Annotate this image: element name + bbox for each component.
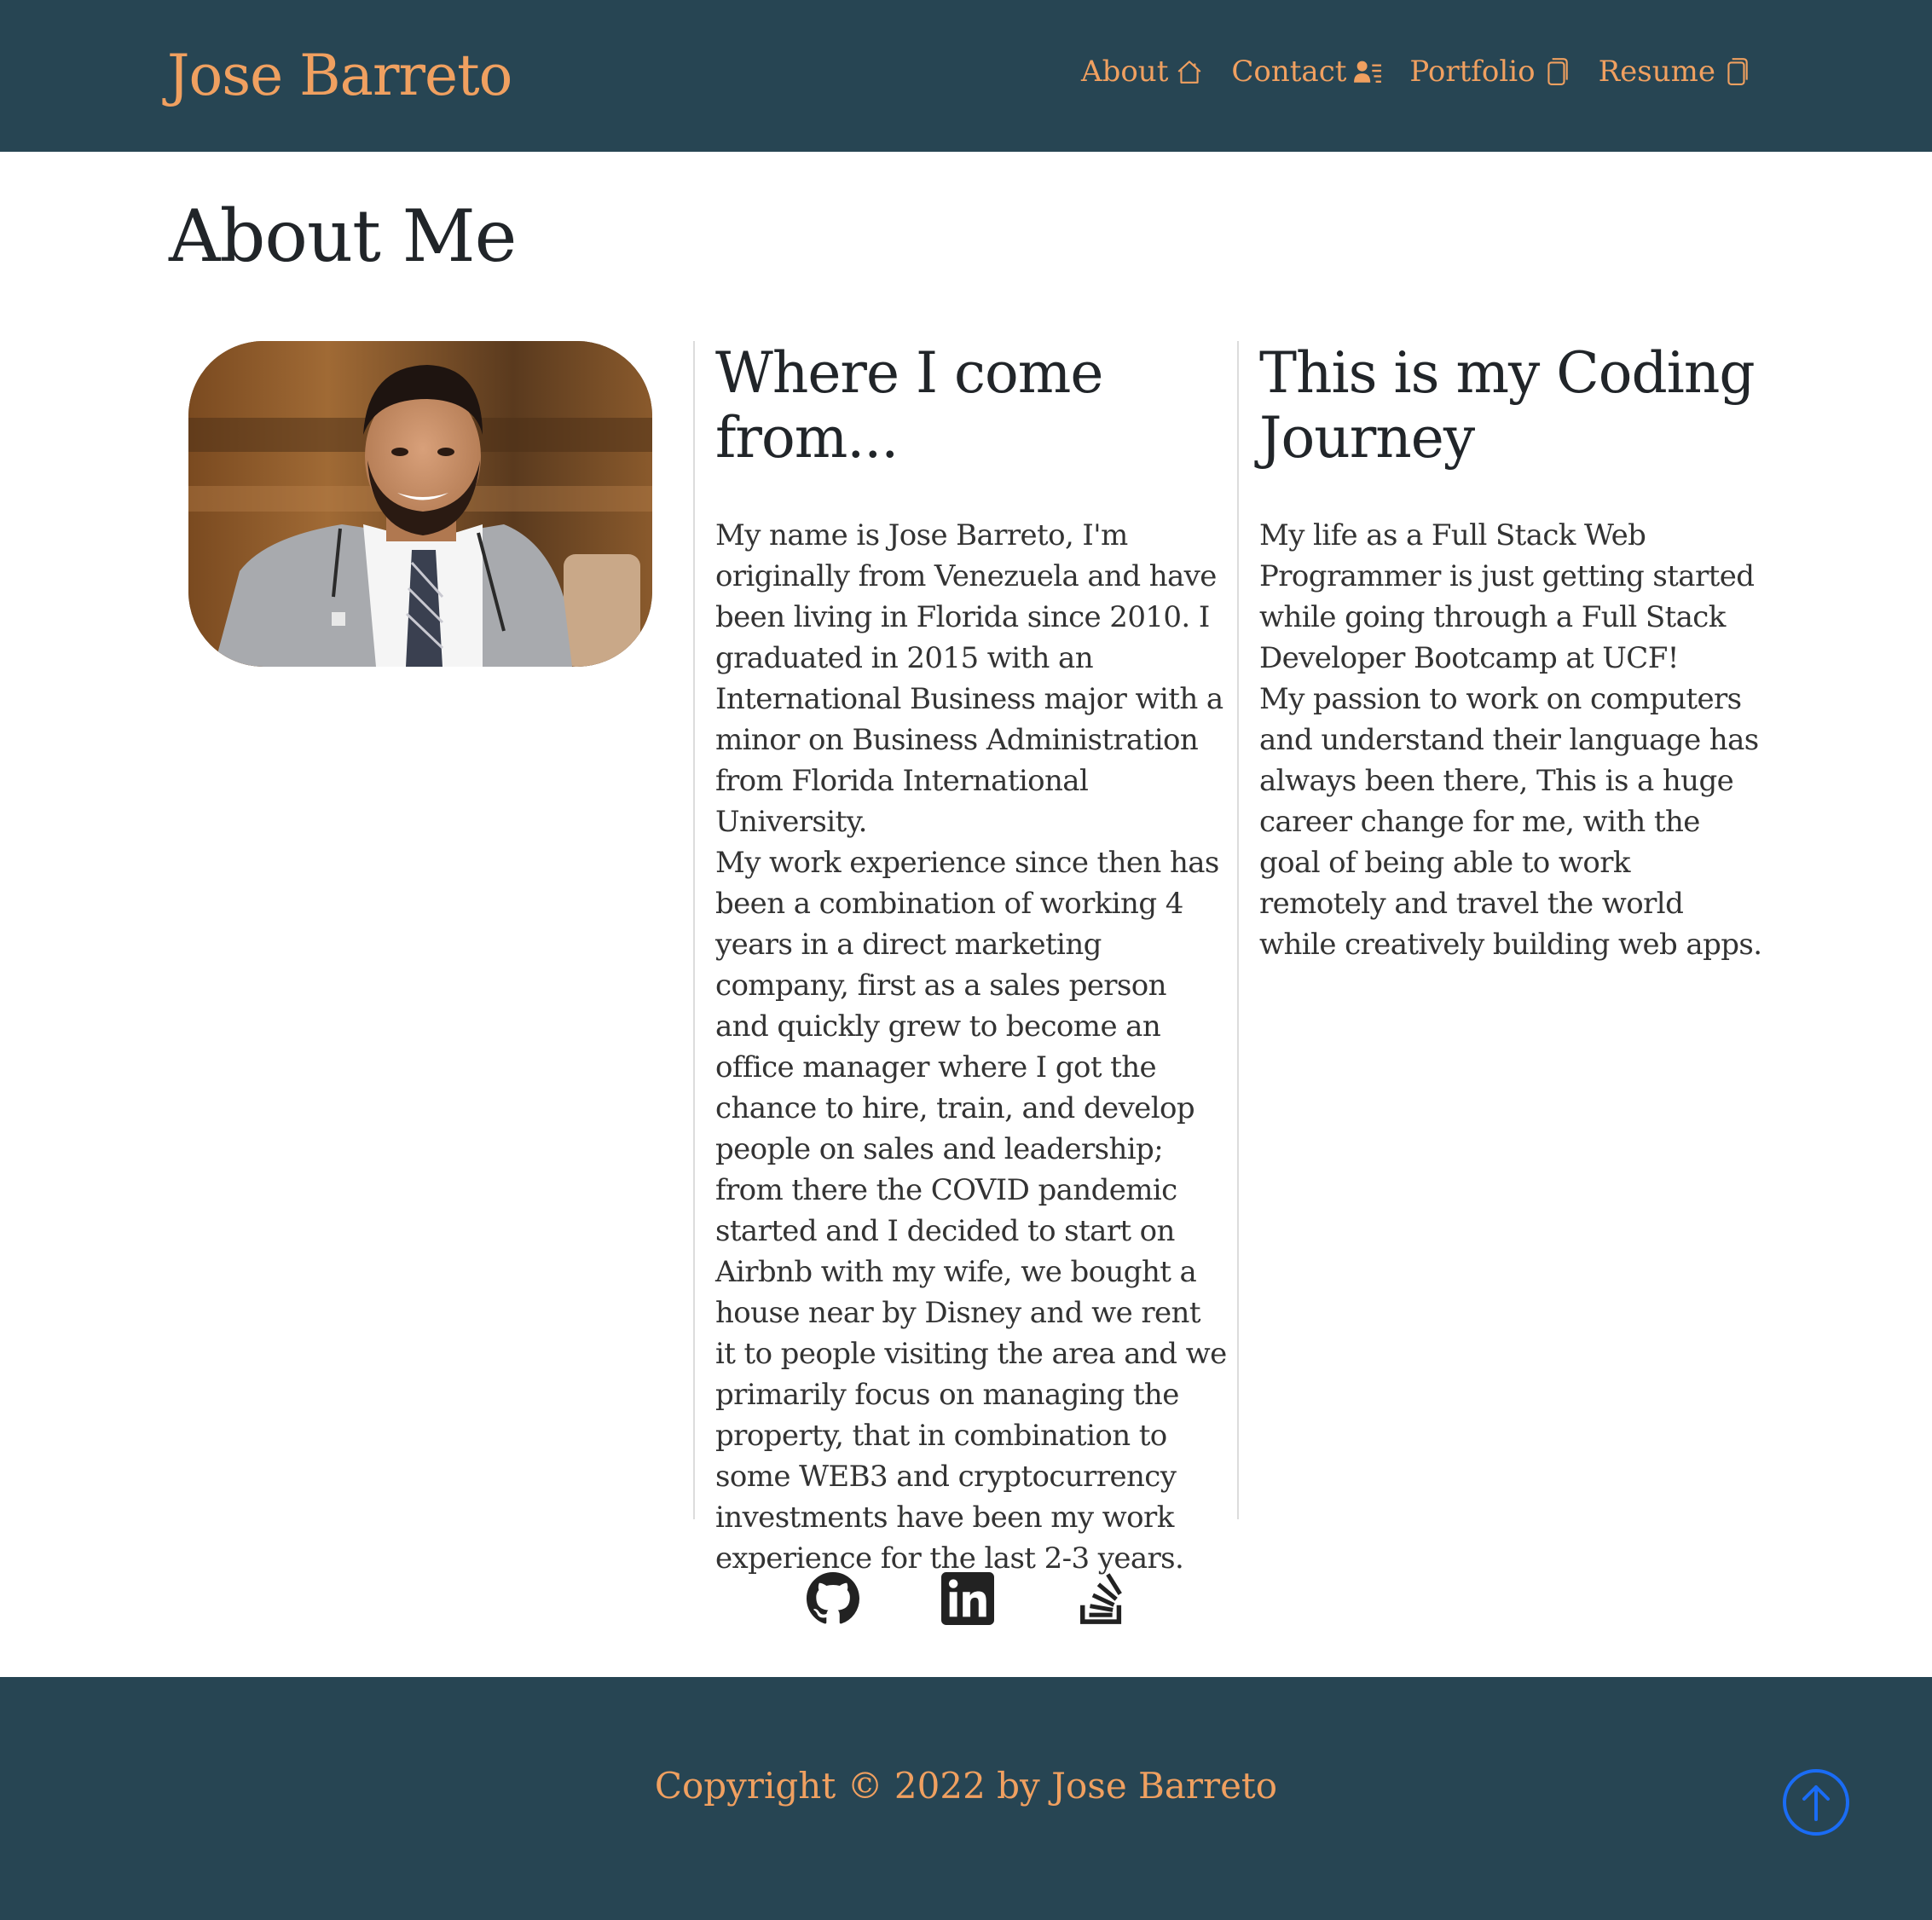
person-lines-icon: [1353, 57, 1382, 86]
nav-contact[interactable]: Contact: [1231, 55, 1382, 89]
arrow-up-circle-icon: [1783, 1769, 1849, 1836]
brand-link[interactable]: Jose Barreto: [167, 43, 512, 108]
section-paragraph: My life as a Full Stack Web Programmer i…: [1259, 518, 1755, 675]
nav-resume[interactable]: Resume: [1599, 55, 1751, 89]
linkedin-icon: [941, 1572, 994, 1625]
heading-line: Where I come: [715, 340, 1103, 406]
heading-line: This is my Coding: [1259, 340, 1756, 406]
nav-portfolio[interactable]: Portfolio: [1409, 55, 1570, 89]
github-icon: [807, 1572, 859, 1624]
back-to-top-button[interactable]: [1782, 1768, 1850, 1836]
nav-portfolio-label: Portfolio: [1409, 55, 1536, 89]
files-icon: [1542, 57, 1571, 86]
section-heading: This is my Coding Journey: [1259, 341, 1762, 471]
stackoverflow-icon: [1080, 1573, 1122, 1624]
site-footer: Copyright © 2022 by Jose Barreto: [0, 1677, 1932, 1920]
github-link[interactable]: [807, 1572, 859, 1625]
nav-about-label: About: [1081, 55, 1169, 89]
site-header: Jose Barreto About Contact Portfolio Res…: [0, 0, 1932, 152]
page-title: About Me: [169, 194, 517, 278]
main-nav: About Contact Portfolio Resume: [1081, 55, 1751, 89]
social-links: [807, 1572, 1129, 1625]
house-icon: [1175, 57, 1204, 86]
heading-line: Journey: [1259, 405, 1475, 471]
section-heading: Where I come from...: [715, 341, 1227, 471]
nav-contact-label: Contact: [1231, 55, 1347, 89]
coding-journey-section: This is my Coding Journey My life as a F…: [1259, 341, 1762, 965]
column-divider: [693, 341, 695, 1519]
copyright-text: Copyright © 2022 by Jose Barreto: [654, 1765, 1278, 1807]
section-paragraph: My name is Jose Barreto, I'm originally …: [715, 518, 1223, 839]
profile-photo: [188, 341, 652, 667]
heading-line: from...: [715, 405, 899, 471]
files-icon: [1722, 57, 1751, 86]
linkedin-link[interactable]: [941, 1572, 994, 1625]
section-paragraph: My work experience since then has been a…: [715, 846, 1227, 1576]
section-paragraph: My passion to work on computers and unde…: [1259, 682, 1762, 962]
stackoverflow-link[interactable]: [1076, 1572, 1129, 1625]
column-divider: [1237, 341, 1239, 1519]
where-i-come-from-section: Where I come from... My name is Jose Bar…: [715, 341, 1227, 1579]
nav-about[interactable]: About: [1081, 55, 1204, 89]
nav-resume-label: Resume: [1598, 55, 1715, 89]
